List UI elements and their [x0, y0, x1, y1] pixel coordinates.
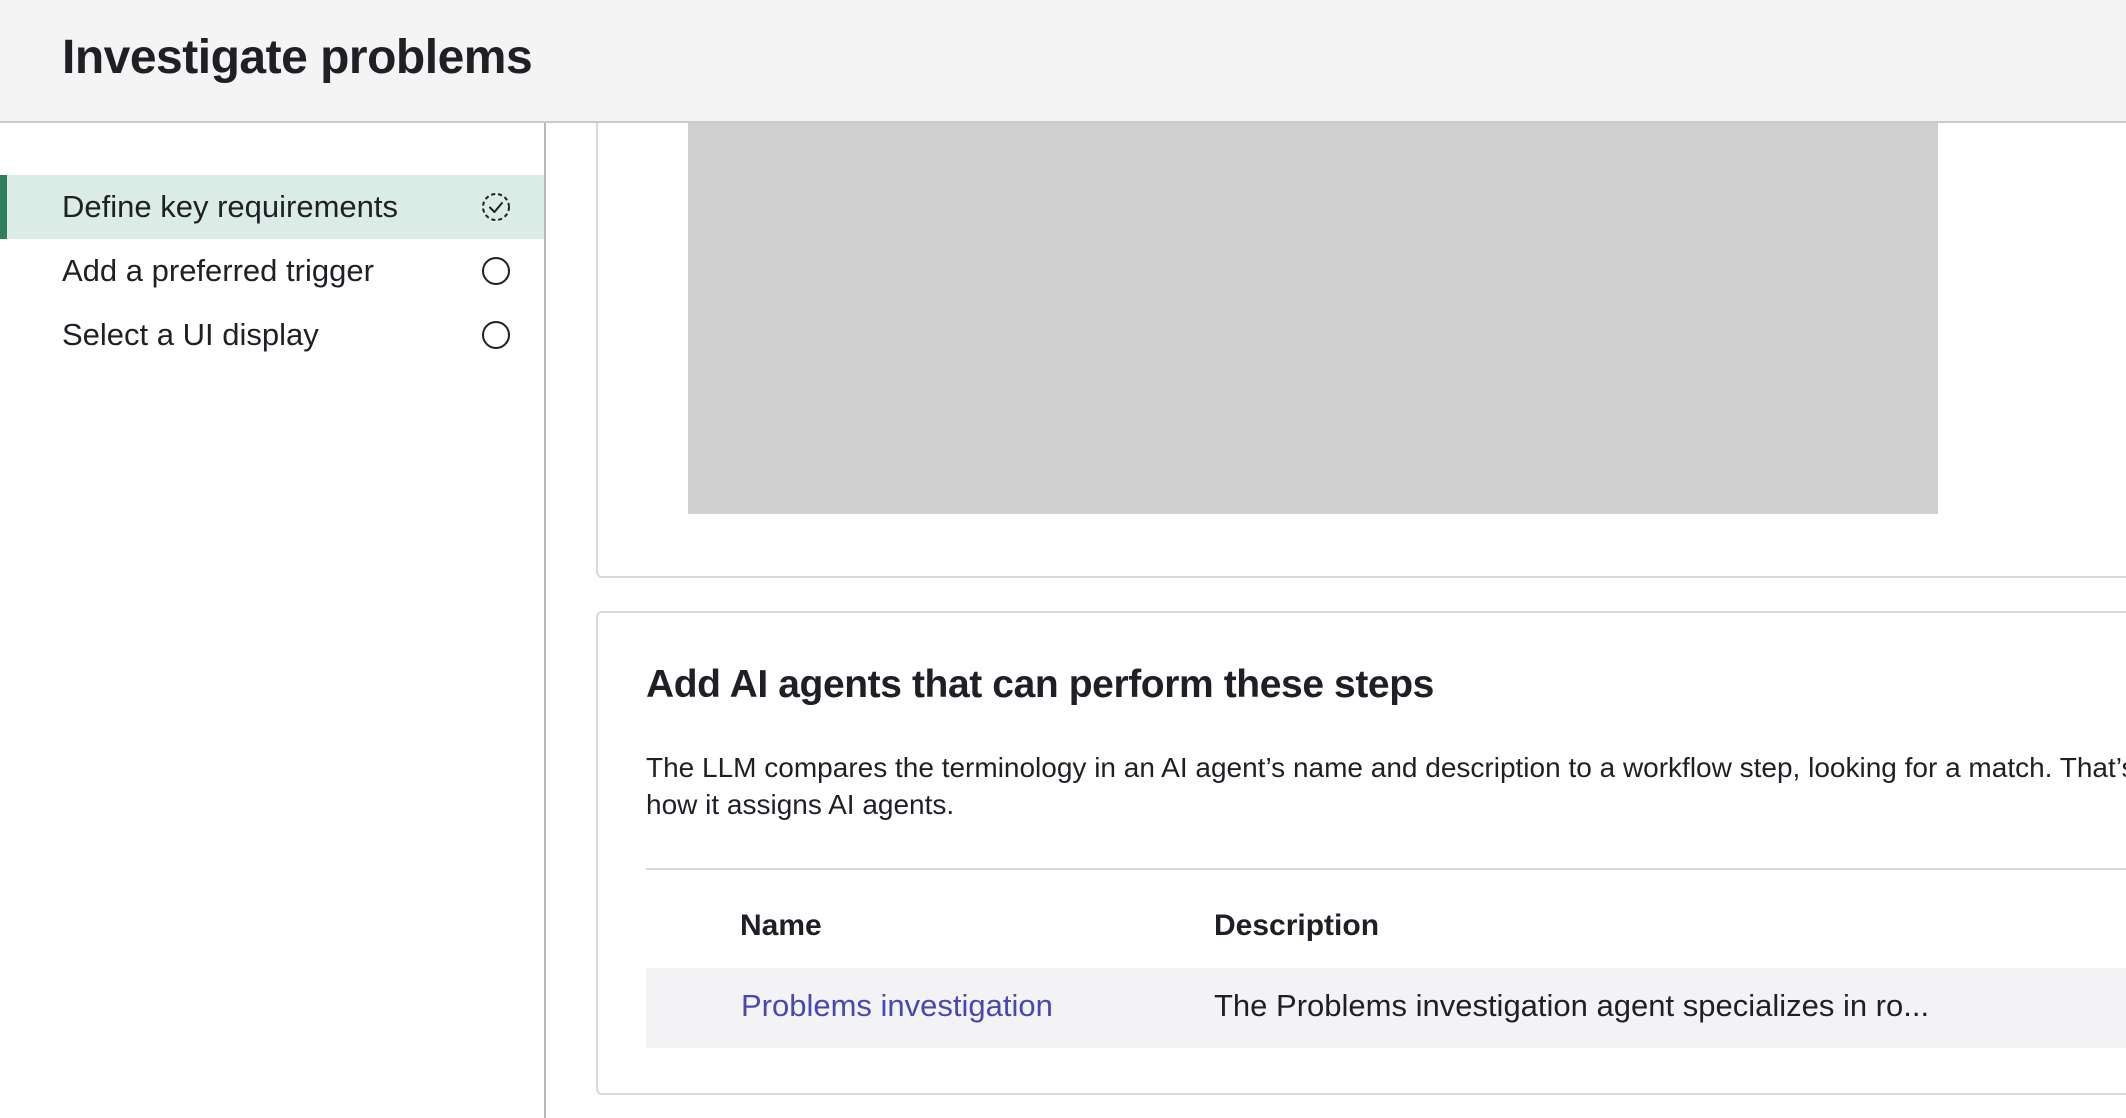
sidebar-step-label: Select a UI display: [62, 317, 319, 352]
divider: [646, 868, 2126, 870]
sidebar-step-label: Add a preferred trigger: [62, 253, 374, 288]
page-header: Investigate problems: [0, 0, 2126, 123]
column-header-description[interactable]: Description: [1214, 909, 1379, 943]
page-title: Investigate problems: [62, 31, 533, 84]
ai-agents-card-title: Add AI agents that can perform these ste…: [646, 663, 1434, 706]
sidebar-step-add-preferred-trigger[interactable]: Add a preferred trigger: [0, 239, 544, 303]
app-window: Investigate problems Define key requirem…: [0, 0, 2126, 1118]
column-header-name[interactable]: Name: [740, 909, 822, 943]
image-card: [596, 123, 2126, 578]
agent-name-link[interactable]: Problems investigation: [741, 988, 1053, 1024]
empty-circle-icon: [482, 257, 510, 285]
step-sidebar: Define key requirements Add a preferred …: [0, 123, 546, 1118]
empty-circle-icon: [482, 321, 510, 349]
agent-description-cell: The Problems investigation agent special…: [1214, 988, 1930, 1023]
ai-agents-card-description: The LLM compares the terminology in an A…: [646, 752, 2126, 820]
sidebar-step-label: Define key requirements: [62, 189, 398, 224]
image-placeholder: [688, 123, 1938, 514]
sidebar-step-select-ui-display[interactable]: Select a UI display: [0, 303, 544, 367]
main-content[interactable]: Add AI agents that can perform these ste…: [546, 123, 2126, 1118]
sidebar-step-define-key-requirements[interactable]: Define key requirements: [0, 175, 544, 239]
dashed-check-circle-icon: [482, 193, 510, 221]
ai-agents-card: Add AI agents that can perform these ste…: [596, 611, 2126, 1095]
table-row[interactable]: Problems investigation The Problems inve…: [646, 968, 2126, 1048]
